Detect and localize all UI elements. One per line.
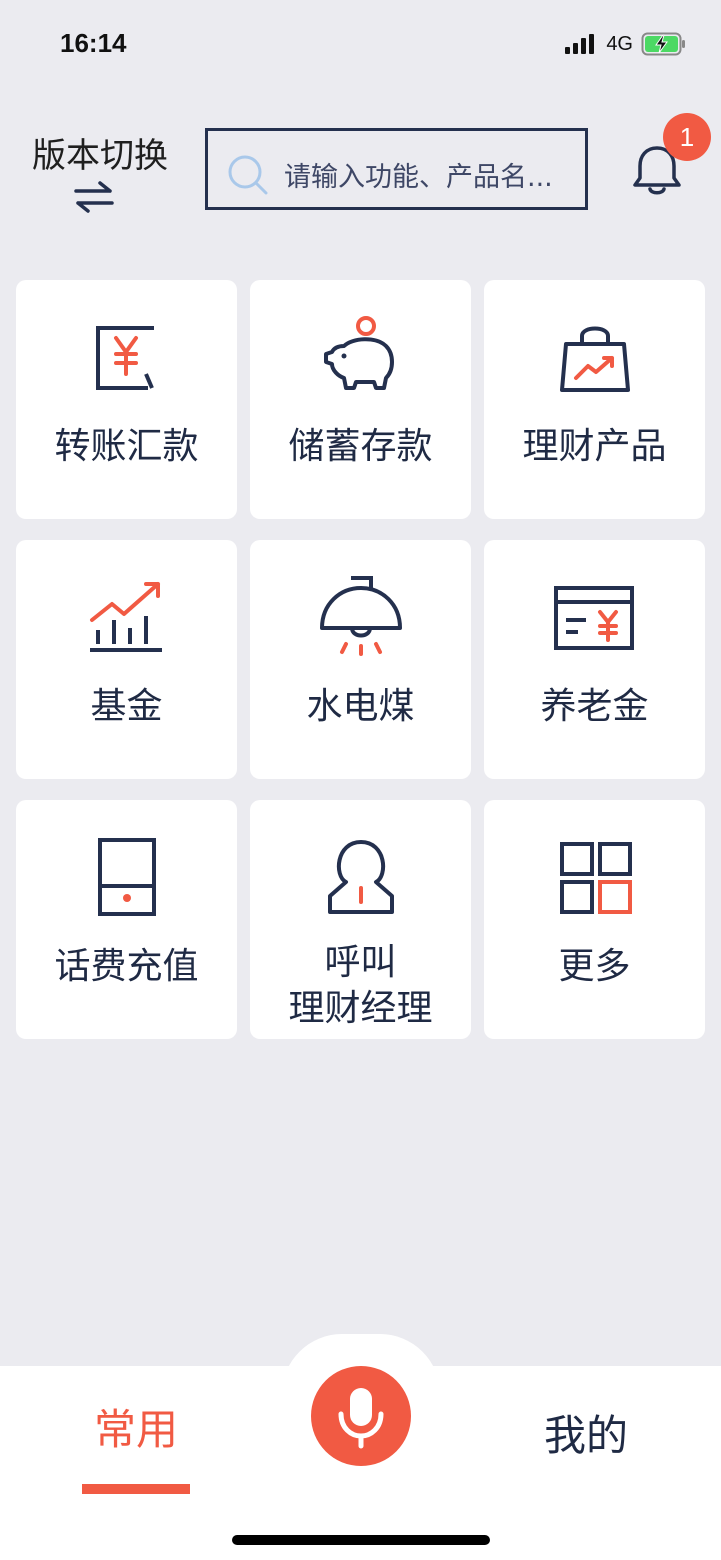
status-bar: 16:14 4G <box>0 0 721 90</box>
tile-call-manager[interactable]: 呼叫 理财经理 <box>250 800 471 1039</box>
phone-device-icon <box>97 838 156 916</box>
search-icon <box>228 155 268 195</box>
tile-label: 更多 <box>558 946 631 987</box>
tile-label: 基金 <box>90 686 163 727</box>
tile-pension[interactable]: 养老金 <box>484 540 705 779</box>
shopping-bag-chart-icon <box>559 326 630 392</box>
home-indicator <box>232 1535 490 1545</box>
tile-wealth-products[interactable]: 理财产品 <box>484 280 705 519</box>
pension-card-icon <box>553 586 634 650</box>
status-time: 16:14 <box>60 28 127 58</box>
piggy-bank-icon <box>323 316 394 390</box>
search-placeholder: 请输入功能、产品名... <box>284 162 553 193</box>
swap-arrows-icon <box>74 181 114 213</box>
tab-active-indicator <box>82 1484 190 1494</box>
tile-label: 储蓄存款 <box>288 426 433 467</box>
person-icon <box>327 840 394 914</box>
tab-common[interactable]: 常用 <box>80 1396 192 1457</box>
tile-fund[interactable]: 基金 <box>16 540 237 779</box>
tile-transfer[interactable]: 转账汇款 <box>16 280 237 519</box>
bar-chart-trend-icon <box>89 582 162 652</box>
version-switch-button[interactable]: 版本切换 <box>28 128 178 220</box>
tile-label: 呼叫 理财经理 <box>250 940 471 1032</box>
tile-label: 话费充值 <box>54 946 199 987</box>
version-switch-label: 版本切换 <box>32 136 168 176</box>
signal-icon <box>565 34 595 54</box>
tile-label: 理财产品 <box>522 426 667 467</box>
microphone-icon <box>338 1388 384 1449</box>
search-input[interactable]: 请输入功能、产品名... <box>205 128 588 210</box>
tile-utilities[interactable]: 水电煤 <box>250 540 471 779</box>
tile-phone-topup[interactable]: 话费充值 <box>16 800 237 1039</box>
tile-label: 水电煤 <box>306 686 415 727</box>
voice-button[interactable] <box>311 1366 411 1466</box>
grid-more-icon <box>559 842 632 914</box>
network-label: 4G <box>606 32 633 55</box>
status-indicators: 4G <box>564 32 687 56</box>
tile-label: 转账汇款 <box>54 426 199 467</box>
tile-label-line-1: 呼叫 <box>324 942 397 983</box>
tile-label: 养老金 <box>540 686 649 727</box>
battery-charging-icon <box>641 32 685 56</box>
tile-more[interactable]: 更多 <box>484 800 705 1039</box>
tile-label-line-2: 理财经理 <box>288 988 433 1029</box>
tile-savings[interactable]: 储蓄存款 <box>250 280 471 519</box>
notification-badge: 1 <box>663 113 711 161</box>
transfer-yuan-icon <box>95 326 154 390</box>
tab-mine[interactable]: 我的 <box>526 1402 646 1463</box>
ceiling-lamp-icon <box>319 576 402 656</box>
